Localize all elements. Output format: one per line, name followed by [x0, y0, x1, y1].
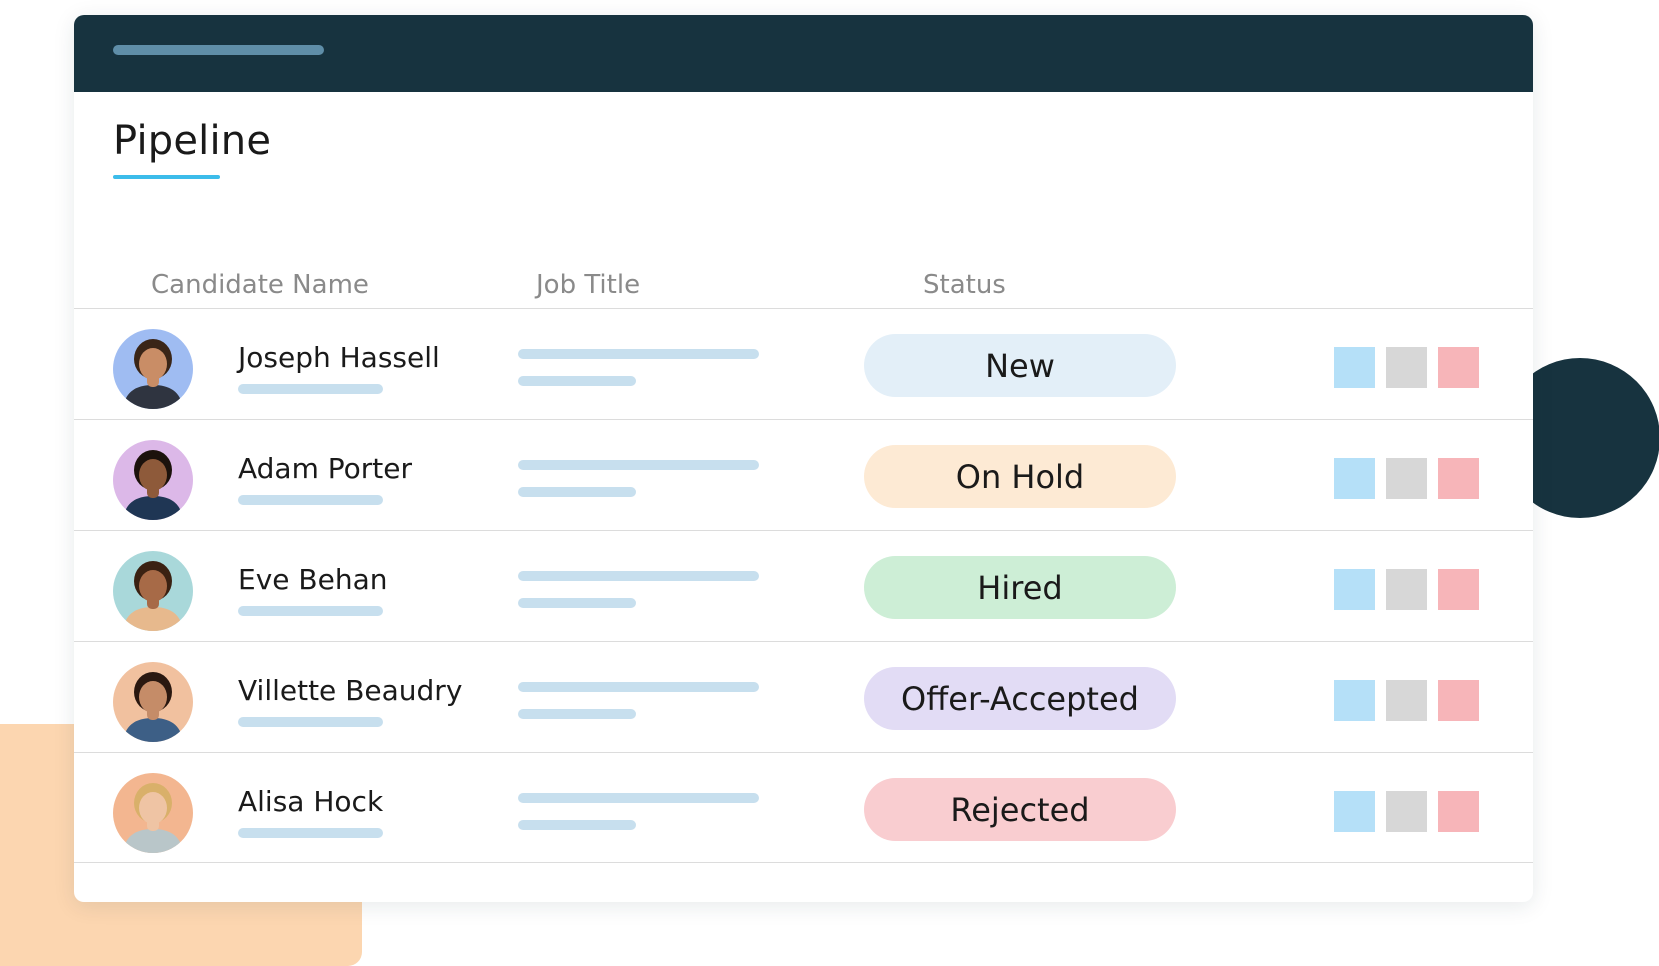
table-row[interactable]: Alisa Hock Rejected — [74, 752, 1533, 863]
avatar-illustration — [113, 551, 193, 631]
job-title-placeholder — [518, 460, 759, 470]
name-subtext-placeholder — [238, 828, 383, 838]
name-subtext-placeholder — [238, 495, 383, 505]
grey-square-icon[interactable] — [1386, 791, 1427, 832]
candidate-table: Joseph Hassell New Adam Porter On Hold E… — [74, 308, 1533, 863]
grey-square-icon[interactable] — [1386, 680, 1427, 721]
job-subtitle-placeholder — [518, 820, 636, 830]
header-placeholder-bar — [113, 45, 324, 55]
grey-square-icon[interactable] — [1386, 569, 1427, 610]
column-header-status[interactable]: Status — [923, 270, 1006, 300]
row-actions — [1334, 569, 1479, 610]
status-badge[interactable]: Offer-Accepted — [864, 667, 1176, 730]
avatar — [113, 662, 193, 742]
status-badge[interactable]: New — [864, 334, 1176, 397]
page-title: Pipeline — [113, 118, 272, 164]
job-subtitle-placeholder — [518, 487, 636, 497]
row-actions — [1334, 347, 1479, 388]
blue-square-icon[interactable] — [1334, 569, 1375, 610]
job-subtitle-placeholder — [518, 376, 636, 386]
candidate-name[interactable]: Villette Beaudry — [238, 674, 462, 707]
avatar-illustration — [113, 662, 193, 742]
status-badge[interactable]: Rejected — [864, 778, 1176, 841]
red-square-icon[interactable] — [1438, 458, 1479, 499]
table-row[interactable]: Villette Beaudry Offer-Accepted — [74, 641, 1533, 752]
avatar — [113, 329, 193, 409]
table-row[interactable]: Joseph Hassell New — [74, 308, 1533, 419]
pipeline-card: Pipeline Candidate Name Job Title Status… — [74, 15, 1533, 902]
column-header-candidate-name[interactable]: Candidate Name — [151, 270, 369, 300]
blue-square-icon[interactable] — [1334, 347, 1375, 388]
row-actions — [1334, 458, 1479, 499]
blue-square-icon[interactable] — [1334, 791, 1375, 832]
candidate-name[interactable]: Joseph Hassell — [238, 341, 440, 374]
avatar — [113, 440, 193, 520]
job-subtitle-placeholder — [518, 709, 636, 719]
name-subtext-placeholder — [238, 717, 383, 727]
card-header — [74, 15, 1533, 92]
title-underline — [113, 175, 220, 179]
column-header-job-title[interactable]: Job Title — [536, 270, 640, 300]
avatar — [113, 773, 193, 853]
red-square-icon[interactable] — [1438, 569, 1479, 610]
red-square-icon[interactable] — [1438, 347, 1479, 388]
row-actions — [1334, 680, 1479, 721]
row-actions — [1334, 791, 1479, 832]
avatar-illustration — [113, 773, 193, 853]
avatar-illustration — [113, 440, 193, 520]
candidate-name[interactable]: Eve Behan — [238, 563, 387, 596]
job-title-placeholder — [518, 349, 759, 359]
blue-square-icon[interactable] — [1334, 680, 1375, 721]
table-row[interactable]: Adam Porter On Hold — [74, 419, 1533, 530]
status-badge[interactable]: On Hold — [864, 445, 1176, 508]
name-subtext-placeholder — [238, 606, 383, 616]
name-subtext-placeholder — [238, 384, 383, 394]
red-square-icon[interactable] — [1438, 791, 1479, 832]
job-subtitle-placeholder — [518, 598, 636, 608]
avatar-illustration — [113, 329, 193, 409]
table-row[interactable]: Eve Behan Hired — [74, 530, 1533, 641]
status-badge[interactable]: Hired — [864, 556, 1176, 619]
job-title-placeholder — [518, 682, 759, 692]
job-title-placeholder — [518, 571, 759, 581]
blue-square-icon[interactable] — [1334, 458, 1375, 499]
candidate-name[interactable]: Alisa Hock — [238, 785, 383, 818]
red-square-icon[interactable] — [1438, 680, 1479, 721]
grey-square-icon[interactable] — [1386, 347, 1427, 388]
grey-square-icon[interactable] — [1386, 458, 1427, 499]
candidate-name[interactable]: Adam Porter — [238, 452, 412, 485]
job-title-placeholder — [518, 793, 759, 803]
avatar — [113, 551, 193, 631]
